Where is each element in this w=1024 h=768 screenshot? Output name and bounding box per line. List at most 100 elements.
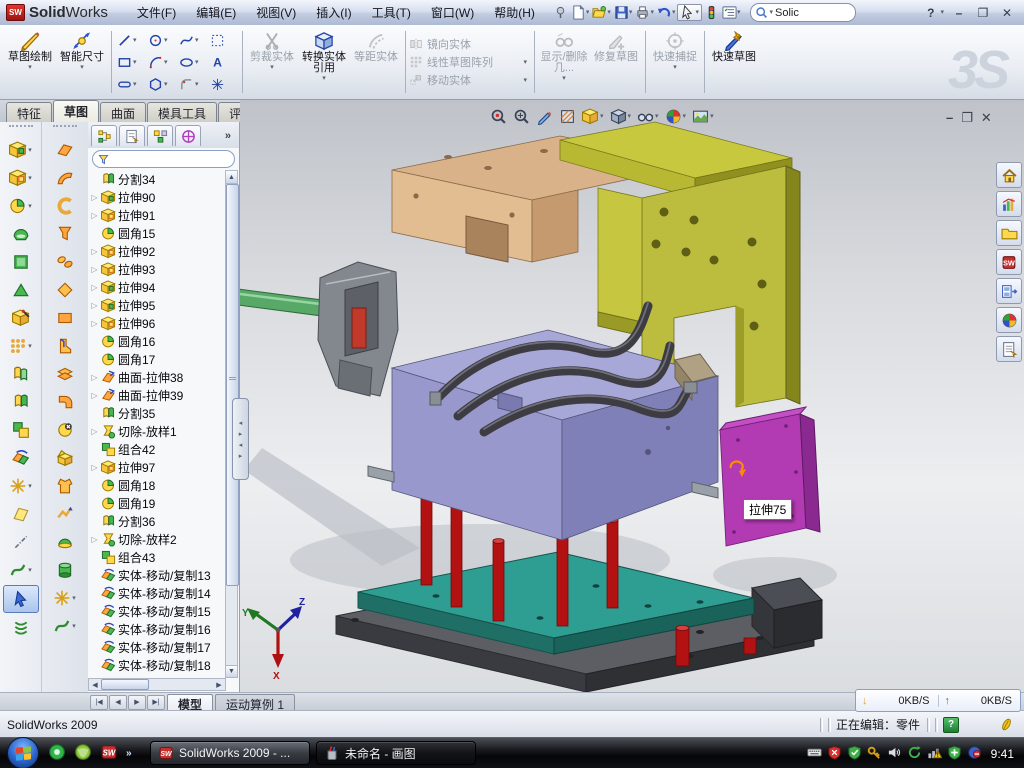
help-menu[interactable]: ? bbox=[927, 6, 934, 20]
expander-icon[interactable]: ▷ bbox=[90, 427, 99, 436]
stack-button[interactable] bbox=[48, 361, 82, 387]
taskbar-button-paint[interactable]: 未命名 - 画图 bbox=[316, 741, 476, 765]
design-library-tab[interactable] bbox=[996, 191, 1022, 217]
menu-视图[interactable]: 视图(V) bbox=[247, 1, 305, 24]
sync-green-tray-icon[interactable] bbox=[907, 745, 922, 763]
menu-插入[interactable]: 插入(I) bbox=[307, 1, 360, 24]
tree-item[interactable]: 实体-移动/复制14 bbox=[90, 584, 226, 602]
pan-pen-button[interactable] bbox=[536, 108, 553, 125]
pages-button[interactable] bbox=[4, 361, 38, 387]
display-style-button[interactable]: ▾ bbox=[610, 108, 632, 125]
zoom-area-button[interactable] bbox=[513, 108, 530, 125]
cursor-button[interactable]: ▾ bbox=[677, 4, 702, 21]
tree-item[interactable]: 组合43 bbox=[90, 548, 226, 566]
sw-cube-quicklaunch[interactable]: SW bbox=[100, 743, 118, 764]
save-button[interactable]: ▾ bbox=[613, 4, 634, 21]
tree-item[interactable]: ▷拉伸94 bbox=[90, 278, 226, 296]
close-button[interactable]: ✕ bbox=[998, 6, 1016, 20]
tree-item[interactable]: ▷拉伸96 bbox=[90, 314, 226, 332]
tree-item[interactable]: 圆角19 bbox=[90, 494, 226, 512]
tree-item[interactable]: ▷拉伸90 bbox=[90, 188, 226, 206]
view-palette-tab[interactable] bbox=[996, 278, 1022, 304]
funnel-button[interactable] bbox=[48, 221, 82, 247]
network-warning-tray-icon[interactable]: ! bbox=[927, 745, 942, 763]
tree-horizontal-scrollbar[interactable]: ◀ ▶ bbox=[88, 678, 226, 691]
petals-button[interactable] bbox=[48, 249, 82, 275]
keyboard-tray-icon[interactable] bbox=[807, 745, 822, 763]
box-button[interactable] bbox=[4, 249, 38, 275]
tab-曲面[interactable]: 曲面 bbox=[100, 102, 146, 122]
menu-编辑[interactable]: 编辑(E) bbox=[187, 1, 245, 24]
graphics-area[interactable]: Y Z X ▾▾▾▾▾ –❐✕ SW 拉伸75 bbox=[240, 100, 1024, 692]
file-explorer-tab[interactable] bbox=[996, 220, 1022, 246]
quicklaunch-green-quicklaunch[interactable] bbox=[48, 743, 66, 764]
doc-new-button[interactable]: ▾ bbox=[570, 4, 591, 21]
propmgr-tab[interactable] bbox=[119, 125, 145, 146]
key-gold-tray-icon[interactable] bbox=[867, 745, 882, 763]
dimxpert-tab[interactable] bbox=[175, 125, 201, 146]
insert-part-button[interactable] bbox=[4, 305, 38, 331]
expander-icon[interactable]: ▷ bbox=[90, 391, 99, 400]
select-arrow-button[interactable] bbox=[3, 585, 39, 613]
study-nav-button-3[interactable]: ▶| bbox=[147, 695, 165, 710]
tree-item[interactable]: 分割34 bbox=[90, 170, 226, 188]
tab-特征[interactable]: 特征 bbox=[6, 102, 52, 122]
part-clamp[interactable] bbox=[318, 262, 398, 396]
expander-icon[interactable]: ▷ bbox=[90, 463, 99, 472]
convert-button[interactable]: 转换实体引用▾ bbox=[298, 27, 350, 97]
folder-open-button[interactable]: ▾ bbox=[591, 4, 612, 21]
pattern-dots-button[interactable]: ▾ bbox=[4, 333, 38, 359]
document-restore-button[interactable]: ❐ bbox=[961, 110, 973, 126]
tree-item[interactable]: ▷拉伸91 bbox=[90, 206, 226, 224]
ellipse-button[interactable]: ▾ bbox=[177, 51, 208, 73]
expander-icon[interactable]: ▷ bbox=[90, 319, 99, 328]
boot-button[interactable] bbox=[48, 333, 82, 359]
scrollbar-thumb[interactable] bbox=[101, 679, 149, 690]
ref-plane-button[interactable] bbox=[4, 501, 38, 527]
extrude-boss-button[interactable]: ▾ bbox=[4, 137, 38, 163]
expander-icon[interactable]: ▷ bbox=[90, 265, 99, 274]
options-button[interactable]: ▾ bbox=[721, 4, 742, 21]
arc-button[interactable]: ▾ bbox=[146, 51, 177, 73]
tree-item[interactable]: ▷拉伸92 bbox=[90, 242, 226, 260]
scroll-right-icon[interactable]: ▶ bbox=[213, 681, 225, 689]
toolbar-grip[interactable] bbox=[53, 125, 77, 135]
zigzag-button[interactable] bbox=[48, 501, 82, 527]
fillet-sketch-button[interactable]: ▾ bbox=[177, 73, 208, 95]
expander-icon[interactable]: ▷ bbox=[90, 535, 99, 544]
tree-item[interactable]: ▷曲面-拉伸38 bbox=[90, 368, 226, 386]
slot-button[interactable]: ▾ bbox=[115, 73, 146, 95]
section-button[interactable] bbox=[559, 108, 576, 125]
expander-icon[interactable]: ▷ bbox=[90, 193, 99, 202]
toolbar-grip[interactable] bbox=[9, 125, 33, 135]
custom-properties-tab[interactable] bbox=[996, 336, 1022, 362]
tree-filter-input[interactable] bbox=[92, 150, 235, 168]
tree-item[interactable]: 圆角17 bbox=[90, 350, 226, 368]
quick-tips-button[interactable]: ? bbox=[943, 717, 959, 733]
study-nav-button-0[interactable]: |◀ bbox=[90, 695, 108, 710]
menu-文件[interactable]: 文件(F) bbox=[128, 1, 185, 24]
toolbox-tab[interactable]: SW bbox=[996, 249, 1022, 275]
scroll-left-icon[interactable]: ◀ bbox=[89, 681, 101, 689]
extrude-thin-button[interactable]: ▾ bbox=[4, 165, 38, 191]
part-slide-block[interactable] bbox=[720, 407, 820, 546]
tree-item[interactable]: 圆角16 bbox=[90, 332, 226, 350]
tree-item[interactable]: 分割36 bbox=[90, 512, 226, 530]
diamond-button[interactable] bbox=[48, 277, 82, 303]
shell-button[interactable] bbox=[4, 221, 38, 247]
move-copy-button[interactable] bbox=[4, 445, 38, 471]
helix-button[interactable] bbox=[4, 615, 38, 641]
text-button[interactable]: A bbox=[208, 51, 239, 73]
curve-button[interactable]: ▾ bbox=[4, 557, 38, 583]
quicklaunch-ball-quicklaunch[interactable] bbox=[74, 743, 92, 764]
rapid-sketch-button[interactable]: 快速草图 bbox=[708, 27, 760, 97]
tree-item[interactable]: 实体-移动/复制15 bbox=[90, 602, 226, 620]
part-rod[interactable] bbox=[240, 288, 322, 316]
home-tab[interactable] bbox=[996, 162, 1022, 188]
tree-item[interactable]: 实体-移动/复制18 bbox=[90, 656, 226, 674]
tree-item[interactable]: ▷切除-放样2 bbox=[90, 530, 226, 548]
appearance-button[interactable]: ▾ bbox=[665, 108, 687, 125]
orientation-button[interactable]: ▾ bbox=[582, 108, 604, 125]
tree-item[interactable]: ▷拉伸93 bbox=[90, 260, 226, 278]
quicklaunch-overflow-button[interactable]: » bbox=[126, 748, 132, 759]
